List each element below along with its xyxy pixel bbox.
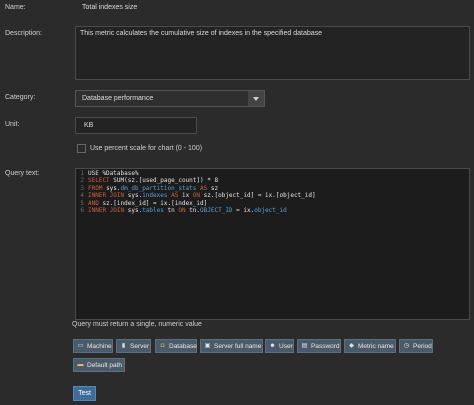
- server-full-name-button[interactable]: ▣ Server full name: [200, 339, 263, 353]
- code-token: SELECT: [88, 177, 114, 185]
- button-label: Password: [311, 342, 340, 350]
- code-token: sz.[index_id] = ix.[index_id]: [102, 199, 208, 207]
- code-token: (sz.[used_page_count]) * 8: [124, 177, 219, 185]
- metric-name-icon: ◆: [349, 343, 354, 349]
- code-token: sz.[object_id] = ix.[object_id]: [203, 192, 316, 200]
- code-token: tn.: [189, 206, 201, 214]
- code-line: 6 INNER JOIN sys. tables tn ON tn. OBJECT_I…: [76, 207, 469, 214]
- code-token: indexes: [142, 192, 168, 200]
- default-path-button[interactable]: ▬ Default path: [73, 358, 125, 372]
- line-number: 2: [80, 177, 84, 185]
- code-token: sys.: [127, 192, 143, 200]
- period-icon: ◷: [403, 343, 410, 349]
- machine-icon: ▭: [77, 343, 84, 349]
- name-label: Name:: [5, 4, 26, 11]
- code-token: AND: [88, 199, 103, 207]
- button-label: Server full name: [214, 342, 262, 350]
- code-token: object_id: [254, 206, 287, 214]
- button-label: Database: [169, 342, 197, 350]
- unit-label: Unit:: [5, 121, 20, 128]
- code-line: 3 FROM sys. dm_db_partition_stats AS sz: [76, 185, 469, 192]
- code-token: sz: [210, 184, 219, 192]
- category-label: Category:: [5, 94, 36, 101]
- unit-field[interactable]: KB: [75, 117, 197, 134]
- code-line: 5 AND sz.[index_id] = ix.[index_id]: [76, 200, 469, 207]
- code-token: INNER JOIN: [88, 192, 128, 200]
- line-number: 1: [80, 170, 84, 177]
- code-token: ON: [192, 192, 204, 200]
- password-icon: ▤: [301, 343, 308, 349]
- line-number: 6: [80, 206, 84, 214]
- chevron-down-icon[interactable]: [248, 91, 264, 106]
- percent-scale-checkbox[interactable]: [77, 144, 86, 153]
- database-icon: ◘: [160, 343, 165, 349]
- button-label: Metric name: [358, 342, 394, 350]
- user-icon: ☻: [269, 343, 276, 349]
- code-line: 1 USE %Database%: [76, 170, 469, 177]
- description-field[interactable]: This metric calculates the cumulative si…: [75, 26, 470, 80]
- code-token: sys.: [127, 206, 143, 214]
- database-button[interactable]: ◘ Database: [155, 339, 197, 353]
- button-label: Period: [413, 342, 432, 350]
- code-token: = ix.: [232, 206, 255, 214]
- metric-name-button[interactable]: ◆ Metric name: [344, 339, 396, 353]
- code-token: OBJECT_ID: [200, 206, 233, 214]
- name-field[interactable]: Total indexes size: [82, 4, 137, 11]
- user-button[interactable]: ☻ User: [265, 339, 294, 353]
- percent-scale-label: Use percent scale for chart (0 - 100): [90, 145, 203, 152]
- code-token: tables: [142, 206, 164, 214]
- code-token: dm_db_partition_stats: [120, 184, 197, 192]
- code-token: ix: [181, 192, 193, 200]
- line-number: 5: [80, 199, 84, 207]
- button-label: Default path: [87, 361, 123, 369]
- period-button[interactable]: ◷ Period: [399, 339, 433, 353]
- machine-button[interactable]: ▭ Machine: [73, 339, 113, 353]
- code-token: AS: [167, 192, 182, 200]
- button-label: User: [279, 342, 293, 350]
- category-value: Database performance: [82, 95, 154, 102]
- query-editor[interactable]: 1 USE %Database% 2 SELECT SUM (sz.[used_page…: [75, 168, 470, 320]
- button-label: Server: [130, 342, 150, 350]
- folder-icon: ▬: [77, 362, 84, 368]
- server-icon: ▮: [121, 343, 126, 349]
- category-select[interactable]: Database performance: [75, 90, 265, 107]
- password-button[interactable]: ▤ Password: [297, 339, 341, 353]
- code-token: tn: [163, 206, 179, 214]
- query-hint: Query must return a single, numeric valu…: [72, 321, 202, 328]
- description-label: Description:: [5, 30, 42, 37]
- code-token: USE %Database%: [88, 170, 139, 177]
- query-text-label: Query text:: [5, 170, 40, 177]
- line-number: 3: [80, 184, 84, 192]
- server-button[interactable]: ▮ Server: [116, 339, 151, 353]
- code-token: SUM: [113, 177, 125, 185]
- test-button[interactable]: Test: [73, 386, 96, 401]
- button-label: Machine: [87, 342, 112, 350]
- code-token: ON: [178, 206, 190, 214]
- code-token: FROM: [88, 184, 107, 192]
- code-token: sys.: [106, 184, 121, 192]
- code-line: 4 INNER JOIN sys. indexes AS ix ON sz.[obj…: [76, 192, 469, 199]
- server-full-name-icon: ▣: [204, 343, 211, 349]
- code-token: AS: [196, 184, 211, 192]
- code-line: 2 SELECT SUM (sz.[used_page_count]) * 8: [76, 177, 469, 184]
- line-number: 4: [80, 192, 84, 200]
- code-token: INNER JOIN: [88, 206, 128, 214]
